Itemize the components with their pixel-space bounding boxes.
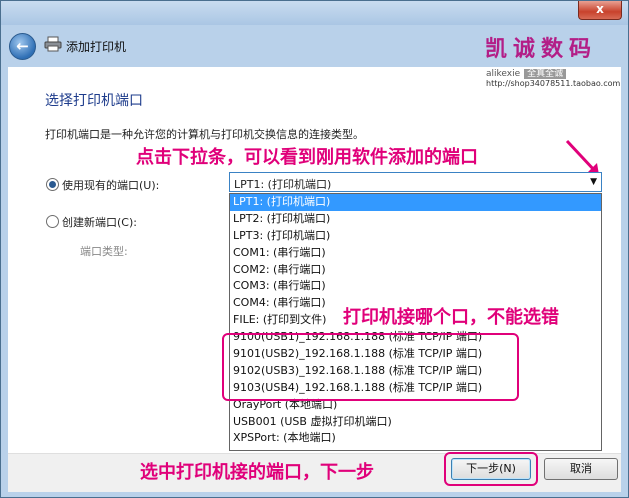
- printer-icon: [44, 36, 62, 52]
- watermark-logo: 凯诚数码: [485, 37, 598, 62]
- port-select-value: LPT1: (打印机端口): [234, 178, 332, 191]
- annotation-next-hint: 选中打印机接的端口，下一步: [140, 462, 374, 483]
- create-new-port-label: 创建新端口(C):: [62, 216, 137, 229]
- annotation-highlight-box: [222, 333, 519, 401]
- watermark-name: alikexie: [486, 69, 521, 79]
- close-button[interactable]: x: [578, 1, 622, 20]
- dropdown-item[interactable]: COM1: (串行端口): [230, 245, 601, 262]
- use-existing-port-radio[interactable]: [46, 178, 59, 191]
- dropdown-item[interactable]: USB001 (USB 虚拟打印机端口): [230, 414, 601, 431]
- port-type-label: 端口类型:: [80, 245, 128, 258]
- dropdown-item[interactable]: LPT1: (打印机端口): [230, 194, 601, 211]
- dropdown-item[interactable]: COM2: (串行端口): [230, 262, 601, 279]
- watermark-subtitle: alikexie 全真全诚: [486, 66, 567, 79]
- port-select[interactable]: LPT1: (打印机端口) ▼: [229, 172, 602, 192]
- next-button[interactable]: 下一步(N): [451, 458, 531, 480]
- dropdown-item[interactable]: XPSPort: (本地端口): [230, 430, 601, 447]
- page-title: 选择打印机端口: [45, 93, 143, 109]
- window-title: 添加打印机: [66, 40, 127, 54]
- back-button[interactable]: ←: [9, 33, 36, 60]
- title-bar: [1, 1, 628, 25]
- create-new-port-radio[interactable]: [46, 215, 59, 228]
- dropdown-item[interactable]: LPT3: (打印机端口): [230, 228, 601, 245]
- annotation-dropdown-hint: 点击下拉条，可以看到刚用软件添加的端口: [136, 147, 478, 168]
- cancel-button[interactable]: 取消: [544, 458, 618, 480]
- watermark-tag: 全真全诚: [524, 69, 567, 79]
- dropdown-item[interactable]: COM3: (串行端口): [230, 278, 601, 295]
- page-description: 打印机端口是一种允许您的计算机与打印机交换信息的连接类型。: [45, 128, 364, 141]
- use-existing-port-label: 使用现有的端口(U):: [62, 179, 160, 192]
- dropdown-item[interactable]: LPT2: (打印机端口): [230, 211, 601, 228]
- annotation-port-hint: 打印机接哪个口，不能选错: [343, 307, 559, 328]
- chevron-down-icon[interactable]: ▼: [590, 177, 597, 187]
- watermark-url: http://shop34078511.taobao.com: [486, 79, 621, 88]
